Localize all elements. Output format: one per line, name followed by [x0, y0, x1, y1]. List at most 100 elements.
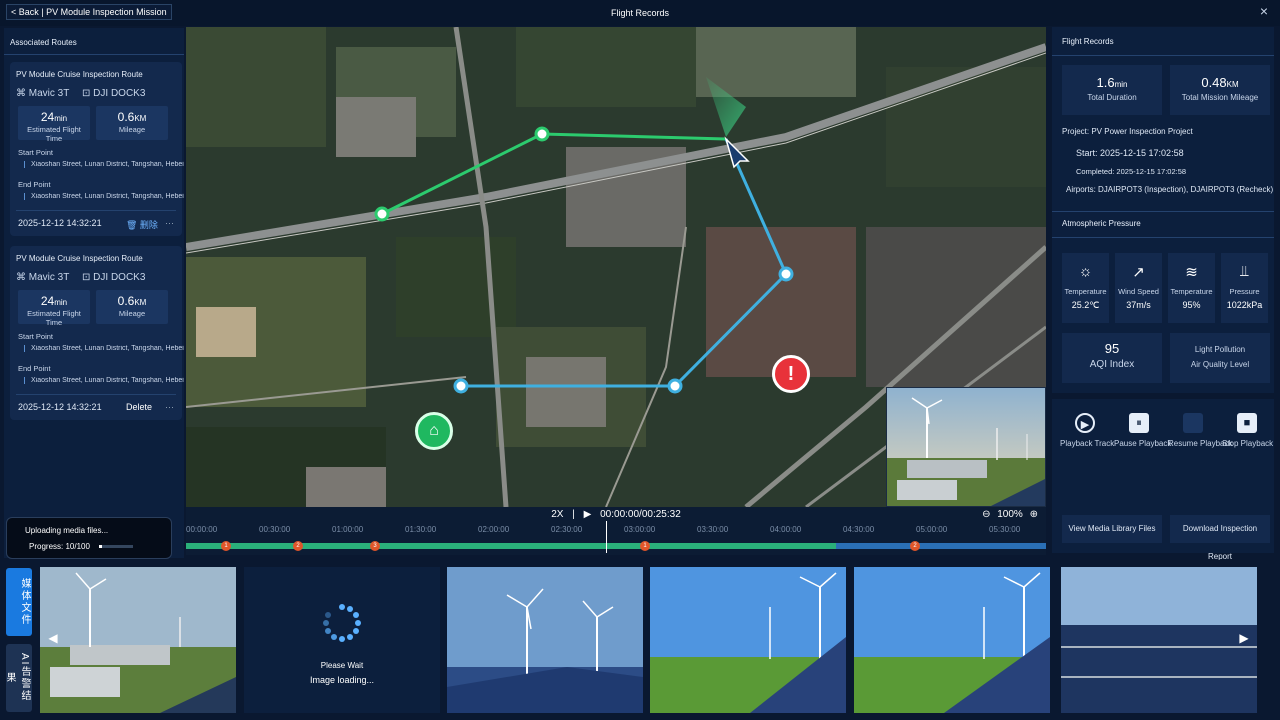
timeline-tick: 03:00:00	[624, 525, 656, 534]
mileage-stat: 0.6KM Mileage	[96, 290, 168, 324]
timeline-tick: 01:30:00	[405, 525, 437, 534]
route-card[interactable]: PV Module Cruise Inspection Route ⌘ Mavi…	[10, 246, 184, 420]
wind-icon: ↗	[1132, 264, 1145, 281]
playback-time: 00:00:00/00:25:32	[600, 509, 681, 520]
timeline-tick: 03:30:00	[697, 525, 729, 534]
start-point-label: Start Point	[18, 332, 54, 341]
associated-routes-panel: Associated Routes PV Module Cruise Inspe…	[4, 28, 184, 558]
end-point-value: Xiaoshan Street, Lunan District, Tangsha…	[24, 193, 194, 200]
playback-track-button[interactable]: ▶ Playback Track	[1060, 413, 1114, 448]
solar-panels-image	[1061, 567, 1257, 713]
upload-title: Uploading media files...	[25, 526, 109, 535]
dock-icon: ⊡	[82, 88, 94, 99]
media-thumbnail[interactable]	[1061, 567, 1257, 713]
speed-button[interactable]: 2X	[551, 509, 563, 520]
event-marker[interactable]: 2	[910, 541, 920, 551]
start-point-label: Start Point	[18, 148, 54, 157]
drone-icon: ⌘	[16, 88, 29, 99]
light-pollution-stat: Light Pollution Air Quality Level	[1170, 333, 1270, 383]
route-date: 2025-12-12 14:32:21	[18, 402, 102, 412]
divider	[1052, 237, 1274, 238]
download-report-button[interactable]: Download Inspection Report	[1170, 515, 1270, 561]
timeline-tick: 05:30:00	[989, 525, 1021, 534]
wind-solar-image	[447, 567, 643, 713]
loading-spinner-icon	[323, 604, 361, 642]
end-point-label: End Point	[18, 180, 51, 189]
upload-progress-bar	[99, 545, 133, 548]
stop-icon: ■	[1237, 413, 1257, 433]
waves-icon: ≋	[1185, 264, 1198, 281]
media-thumbnail[interactable]	[40, 567, 236, 713]
start-point-value: Xiaoshan Street, Lunan District, Tangsha…	[24, 161, 194, 168]
more-icon[interactable]: ···	[165, 218, 174, 228]
please-wait-text: Please Wait	[320, 661, 364, 670]
event-marker[interactable]: 2	[293, 541, 303, 551]
resume-icon	[1183, 413, 1203, 433]
close-icon[interactable]: ×	[1256, 3, 1272, 19]
wind-speed-box: ↗ Wind Speed 37m/s	[1115, 253, 1162, 323]
zoom-controls: ⊖ 100% ⊕	[982, 509, 1038, 520]
satellite-map[interactable]: ! ⌂	[186, 27, 1046, 507]
drone-model: ⌘ Mavic 3T	[16, 88, 70, 99]
timeline-track-remaining[interactable]	[836, 543, 1046, 549]
total-duration-stat: 1.6min Total Duration	[1062, 65, 1162, 115]
zoom-in-icon[interactable]: ⊕	[1030, 509, 1038, 520]
drone-model: ⌘ Mavic 3T	[16, 272, 70, 283]
timeline-tick: 02:30:00	[551, 525, 583, 534]
dock-icon: ⊡	[82, 272, 94, 283]
tab-ai-alerts[interactable]: AI告警结果	[4, 644, 32, 712]
divider	[16, 394, 176, 395]
playback-timeline[interactable]: 2X | ▶ 00:00:00/00:25:32 ⊖ 100% ⊕ 00:00:…	[186, 507, 1046, 555]
wind-solar-field-image	[650, 567, 846, 713]
section-title: Flight Records	[1062, 37, 1114, 46]
event-marker[interactable]: 1	[640, 541, 650, 551]
view-media-library-button[interactable]: View Media Library Files	[1062, 515, 1162, 543]
route-card[interactable]: PV Module Cruise Inspection Route ⌘ Mavi…	[10, 62, 184, 236]
dock-icon[interactable]: ⌂	[415, 412, 453, 450]
divider: |	[572, 509, 575, 520]
zoom-level: 100%	[997, 509, 1023, 520]
camera-preview[interactable]	[886, 387, 1046, 507]
tab-media-files[interactable]: 媒体文件	[6, 568, 32, 636]
delete-button[interactable]: Delete	[126, 402, 152, 412]
route-name: PV Module Cruise Inspection Route	[16, 254, 143, 263]
resume-playback-button[interactable]: Resume Playback	[1168, 413, 1232, 448]
playhead[interactable]	[606, 521, 607, 553]
media-strip: 媒体文件 AI告警结果 ◀ Please Wait Image loading.…	[0, 560, 1280, 720]
stop-playback-button[interactable]: ■ Stop Playback	[1222, 413, 1273, 448]
timeline-tick: 02:00:00	[478, 525, 510, 534]
airports: Airports: DJAIRPOT3 (Inspection), DJAIRP…	[1066, 185, 1274, 194]
delete-button[interactable]: 🗑 删除	[126, 218, 158, 231]
route-name: PV Module Cruise Inspection Route	[16, 70, 143, 79]
drone-icon: ⌘	[16, 272, 29, 283]
media-thumbnail[interactable]	[650, 567, 846, 713]
chevron-right-icon[interactable]: ▶	[1238, 632, 1250, 644]
project-name: Project: PV Power Inspection Project	[1062, 127, 1193, 136]
alert-icon[interactable]: !	[772, 355, 810, 393]
sun-icon: ☼	[1078, 263, 1093, 280]
mileage-stat: 0.6KM Mileage	[96, 106, 168, 140]
play-icon[interactable]: ▶	[584, 509, 592, 520]
play-circle-icon: ▶	[1075, 413, 1095, 433]
divider	[1052, 211, 1274, 212]
timeline-tick: 00:00:00	[186, 525, 218, 534]
end-point-value: Xiaoshan Street, Lunan District, Tangsha…	[24, 377, 194, 384]
chevron-left-icon[interactable]: ◀	[47, 632, 59, 644]
event-marker[interactable]: 3	[370, 541, 380, 551]
total-mileage-stat: 0.48KM Total Mission Mileage	[1170, 65, 1270, 115]
divider	[4, 54, 184, 55]
start-time: Start: 2025-12-15 17:02:58	[1076, 148, 1184, 158]
page-title: Flight Records	[610, 8, 670, 18]
pause-playback-button[interactable]: ⏸ Pause Playback	[1114, 413, 1171, 448]
timeline-tick: 05:00:00	[916, 525, 948, 534]
more-icon[interactable]: ···	[165, 402, 174, 412]
dock-model: ⊡ DJI DOCK3	[82, 88, 146, 99]
completed-time: Completed: 2025-12-15 17:02:58	[1076, 167, 1187, 176]
image-loading-text: Image loading...	[309, 675, 375, 685]
timeline-tick: 04:00:00	[770, 525, 802, 534]
event-marker[interactable]: 1	[221, 541, 231, 551]
media-thumbnail[interactable]	[854, 567, 1050, 713]
zoom-out-icon[interactable]: ⊖	[982, 509, 990, 520]
start-point-value: Xiaoshan Street, Lunan District, Tangsha…	[24, 345, 194, 352]
media-thumbnail[interactable]	[447, 567, 643, 713]
